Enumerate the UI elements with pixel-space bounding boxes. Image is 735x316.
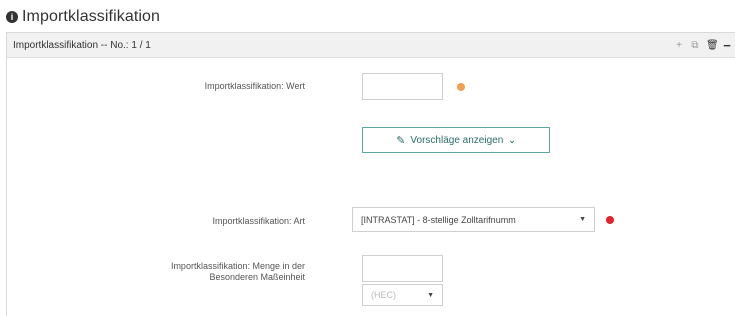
section-title: i Importklassifikation <box>6 8 160 26</box>
warning-dot-icon <box>457 83 465 91</box>
wert-label: Importklassifikation: Wert <box>204 81 305 91</box>
wert-input[interactable] <box>362 73 443 100</box>
art-select[interactable]: [INTRASTAT] - 8-stellige Zolltarifnumm ▼ <box>352 207 595 232</box>
caret-down-icon: ▼ <box>427 291 434 299</box>
chevron-down-icon: ⌄ <box>508 134 516 145</box>
section-title-text: Importklassifikation <box>22 8 161 25</box>
panel-header: Importklassifikation -- No.: 1 / 1 + ⧉ 🗑… <box>7 33 735 58</box>
art-select-value: [INTRASTAT] - 8-stellige Zolltarifnumm <box>361 214 516 225</box>
menge-input[interactable] <box>362 255 443 282</box>
copy-icon[interactable]: ⧉ <box>690 40 700 51</box>
unit-select[interactable]: (HEC) ▼ <box>362 284 443 306</box>
add-icon[interactable]: + <box>674 40 684 51</box>
panel-header-title: Importklassifikation -- No.: 1 / 1 <box>13 39 151 51</box>
art-label: Importklassifikation: Art <box>212 216 305 226</box>
pencil-icon: ✎ <box>396 134 406 147</box>
menge-label-line2: Besonderen Maßeinheit <box>209 272 305 282</box>
menge-label-line1: Importklassifikation: Menge in der <box>170 261 305 271</box>
show-suggestions-button[interactable]: ✎ Vorschläge anzeigen ⌄ <box>362 127 550 153</box>
collapse-icon[interactable]: − <box>722 38 732 53</box>
page: i Importklassifikation Importklassifikat… <box>0 0 735 316</box>
unit-select-value: (HEC) <box>371 290 396 300</box>
caret-down-icon: ▼ <box>579 216 586 223</box>
panel-tools: + ⧉ 🗑 − <box>674 38 732 53</box>
delete-icon[interactable]: 🗑 <box>706 40 719 51</box>
menge-label: Importklassifikation: Menge in der Beson… <box>110 261 305 283</box>
error-dot-icon <box>606 216 614 224</box>
info-circle-icon: i <box>6 11 18 23</box>
show-suggestions-label: Vorschläge anzeigen <box>410 134 504 146</box>
